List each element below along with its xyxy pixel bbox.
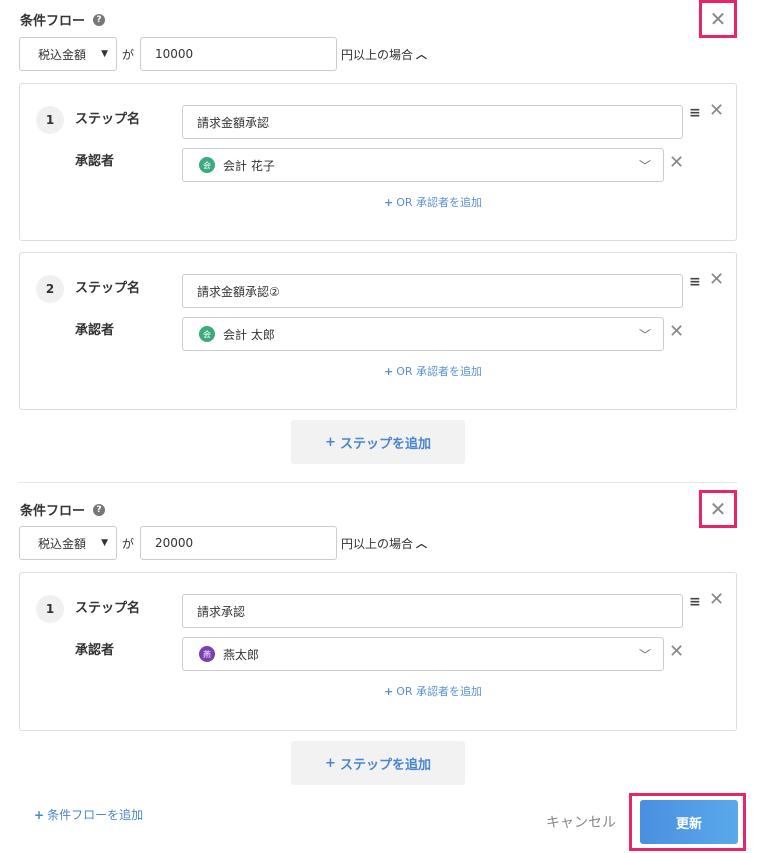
step-card: 2 ステップ名 請求金額承認② ≡ ✕ 承認者 会 会計 太郎 ﹀ ✕ + OR … (19, 252, 737, 410)
add-condition-flow-link[interactable]: + 条件フローを追加 (34, 806, 143, 823)
question-circle-icon[interactable]: ? (93, 503, 106, 516)
step-card: 1 ステップ名 請求承認 ≡ ✕ 承認者 燕 燕太郎 ﹀ ✕ + OR 承認者を追… (19, 572, 737, 731)
condition-suffix-toggle[interactable]: 円以上の場合 ︿ (341, 46, 427, 63)
condition-amount-input[interactable]: 10000 (140, 37, 338, 71)
condition-suffix-toggle[interactable]: 円以上の場合 ︿ (341, 535, 427, 552)
flow-title-text: 条件フロー (20, 504, 86, 519)
condition-amount-input[interactable]: 20000 (140, 526, 338, 560)
step-name-value: 請求金額承認 (197, 115, 270, 130)
condition-field-value: 税込金額 (38, 536, 87, 551)
cancel-button[interactable]: キャンセル (546, 812, 616, 832)
add-step-button[interactable]: + ステップを追加 (291, 420, 465, 464)
condition-suffix-label: 円以上の場合 (341, 47, 414, 62)
condition-amount-value: 10000 (155, 47, 194, 61)
chevron-up-icon: ︿ (416, 48, 428, 61)
update-highlight: 更新 (629, 793, 746, 851)
condition-suffix-label: 円以上の場合 (341, 536, 414, 551)
condition-amount-value: 20000 (155, 536, 194, 550)
hamburger-icon[interactable]: ≡ (689, 274, 701, 290)
chevron-up-icon: ︿ (416, 537, 428, 550)
plus-icon: + (325, 434, 336, 450)
condition-ga-label: が (122, 47, 135, 62)
approver-select[interactable]: 燕 燕太郎 ﹀ (182, 637, 664, 671)
plus-icon: + (383, 196, 394, 209)
remove-approver-button[interactable]: ✕ (669, 641, 684, 662)
flow-title: 条件フロー ? (20, 500, 106, 519)
avatar: 会 (199, 326, 215, 342)
step-number: 2 (36, 275, 64, 303)
add-or-approver-label: OR 承認者を追加 (396, 196, 483, 209)
condition-row: 税込金額 ▼ が 20000 円以上の場合 ︿ (19, 526, 427, 560)
remove-flow-button[interactable]: ✕ (699, 0, 737, 38)
chevron-down-icon: ▼ (101, 538, 108, 548)
close-icon: ✕ (709, 7, 727, 31)
step-number: 1 (36, 595, 64, 623)
condition-field-select[interactable]: 税込金額 ▼ (19, 37, 117, 71)
approver-label: 承認者 (75, 323, 115, 338)
remove-approver-button[interactable]: ✕ (669, 321, 684, 342)
step-name-label: ステップ名 (75, 112, 141, 127)
condition-row: 税込金額 ▼ が 10000 円以上の場合 ︿ (19, 37, 427, 71)
add-or-approver-link[interactable]: + OR 承認者を追加 (20, 683, 736, 699)
step-name-input[interactable]: 請求承認 (182, 594, 683, 628)
add-condition-flow-label: 条件フローを追加 (47, 808, 144, 822)
update-button[interactable]: 更新 (640, 800, 738, 844)
approver-name: 燕太郎 (223, 647, 260, 662)
add-or-approver-label: OR 承認者を追加 (396, 685, 483, 698)
step-name-input[interactable]: 請求金額承認 (182, 105, 683, 139)
plus-icon: + (383, 685, 394, 698)
condition-ga-label: が (122, 536, 135, 551)
flow-title-text: 条件フロー (20, 14, 86, 29)
step-name-value: 請求承認 (197, 604, 246, 619)
add-or-approver-label: OR 承認者を追加 (396, 365, 483, 378)
avatar: 会 (199, 157, 215, 173)
condition-field-value: 税込金額 (38, 47, 87, 62)
close-icon: ✕ (709, 497, 727, 521)
condition-field-select[interactable]: 税込金額 ▼ (19, 526, 117, 560)
chevron-down-icon: ▼ (101, 49, 108, 59)
flow-title: 条件フロー ? (20, 10, 106, 29)
flow-divider (19, 482, 737, 483)
step-name-label: ステップ名 (75, 281, 141, 296)
hamburger-icon[interactable]: ≡ (689, 105, 701, 121)
remove-step-button[interactable]: ✕ (709, 100, 724, 121)
question-circle-icon[interactable]: ? (93, 13, 106, 26)
approver-select[interactable]: 会 会計 太郎 ﹀ (182, 317, 664, 351)
chevron-down-icon: ﹀ (638, 327, 651, 342)
plus-icon: + (383, 365, 394, 378)
chevron-down-icon: ﹀ (638, 647, 651, 662)
add-or-approver-link[interactable]: + OR 承認者を追加 (20, 363, 736, 379)
approver-name: 会計 花子 (223, 158, 275, 173)
add-or-approver-link[interactable]: + OR 承認者を追加 (20, 194, 736, 210)
step-name-label: ステップ名 (75, 601, 141, 616)
step-name-input[interactable]: 請求金額承認② (182, 274, 683, 308)
remove-step-button[interactable]: ✕ (709, 589, 724, 610)
step-name-value: 請求金額承認② (197, 284, 280, 299)
step-card: 1 ステップ名 請求金額承認 ≡ ✕ 承認者 会 会計 花子 ﹀ ✕ + OR 承… (19, 83, 737, 241)
remove-step-button[interactable]: ✕ (709, 269, 724, 290)
plus-icon: + (325, 755, 336, 771)
add-step-label: ステップを追加 (339, 436, 431, 452)
avatar: 燕 (199, 646, 215, 662)
add-step-button[interactable]: + ステップを追加 (291, 741, 465, 785)
remove-approver-button[interactable]: ✕ (669, 152, 684, 173)
step-number: 1 (36, 106, 64, 134)
approver-name: 会計 太郎 (223, 327, 275, 342)
approver-select[interactable]: 会 会計 花子 ﹀ (182, 148, 664, 182)
hamburger-icon[interactable]: ≡ (689, 594, 701, 610)
plus-icon: + (34, 808, 45, 822)
add-step-label: ステップを追加 (339, 757, 431, 773)
approver-label: 承認者 (75, 154, 115, 169)
approver-label: 承認者 (75, 643, 115, 658)
chevron-down-icon: ﹀ (638, 158, 651, 173)
remove-flow-button[interactable]: ✕ (699, 490, 737, 528)
